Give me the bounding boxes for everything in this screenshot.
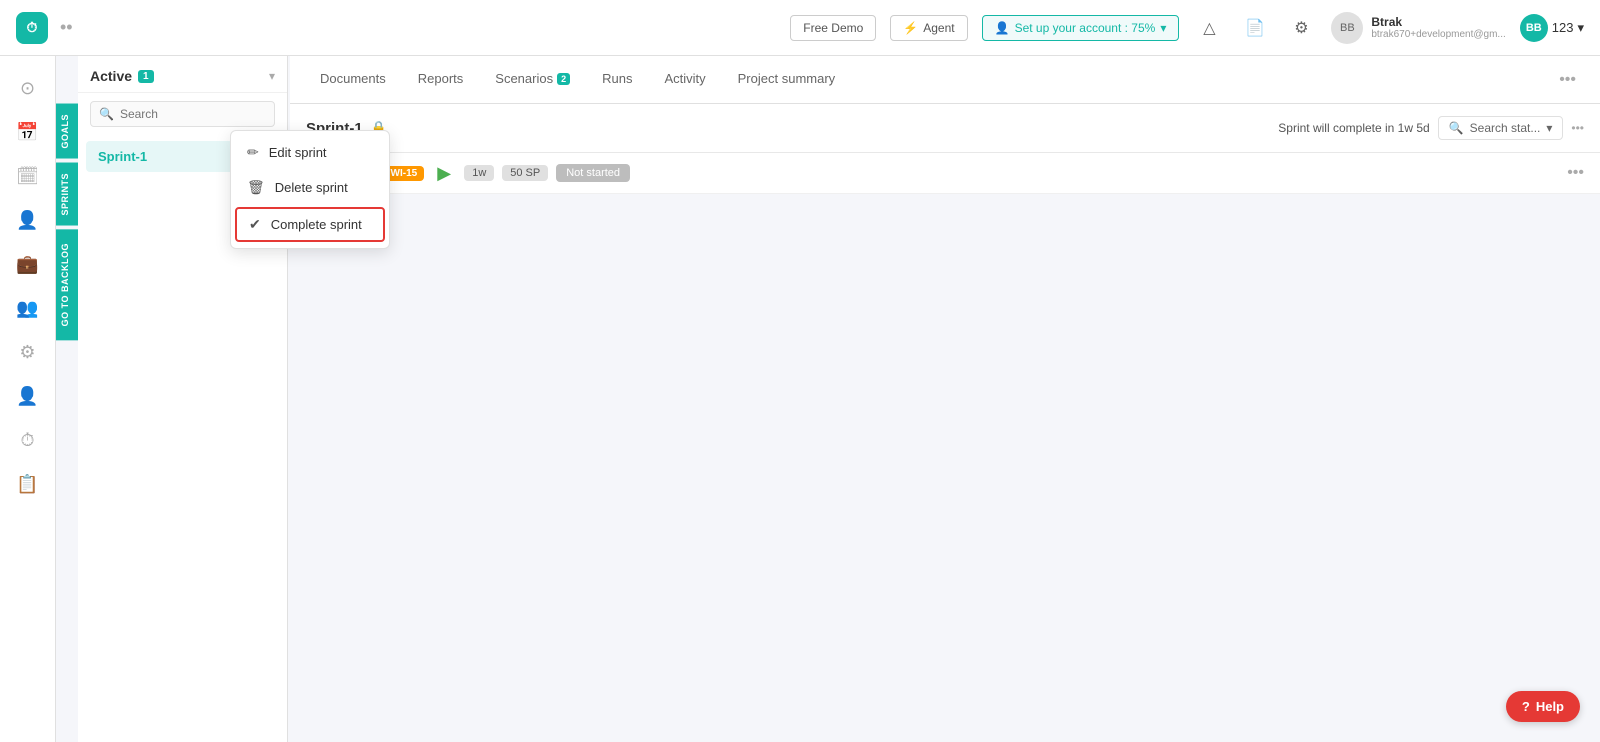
sidebar-icon-work[interactable]: 💼 (8, 244, 48, 284)
row-more-button[interactable]: ••• (1567, 164, 1584, 182)
agent-button[interactable]: ⚡ Agent (890, 15, 967, 41)
alert-icon-button[interactable]: △ (1193, 12, 1225, 44)
sidebar-icon-team[interactable]: 👥 (8, 288, 48, 328)
help-button[interactable]: ? Help (1506, 691, 1580, 722)
search-input[interactable] (120, 107, 266, 121)
document-icon-button[interactable]: 📄 (1239, 12, 1271, 44)
setup-account-button[interactable]: 👤 Set up your account : 75% ▾ (982, 15, 1180, 41)
search-icon: 🔍 (99, 107, 114, 121)
vertical-tabs: goals sprints Go to backlog (56, 104, 78, 340)
person-icon: 👤 (995, 21, 1010, 35)
active-badge: Active 1 (90, 68, 154, 84)
topbar: ⏱ •• Free Demo ⚡ Agent 👤 Set up your acc… (0, 0, 1600, 56)
chevron-down-icon[interactable]: ▾ (269, 69, 275, 83)
avatar: BB (1331, 12, 1363, 44)
active-label: Active (90, 68, 132, 84)
counter-avatar: BB (1520, 14, 1548, 42)
notification-counter[interactable]: BB 123 ▾ (1520, 14, 1584, 42)
agent-icon: ⚡ (903, 21, 918, 35)
scenarios-badge: 2 (557, 73, 570, 85)
sprint-header-more-button[interactable]: ••• (1571, 121, 1584, 135)
topbar-right: Free Demo ⚡ Agent 👤 Set up your account … (790, 12, 1584, 44)
goals-tab[interactable]: goals (56, 104, 78, 159)
edit-sprint-menu-item[interactable]: ✏ Edit sprint (231, 135, 389, 170)
tab-runs[interactable]: Runs (588, 56, 646, 104)
play-icon: ▶ (437, 163, 451, 184)
help-icon: ? (1522, 699, 1530, 714)
settings-icon-button[interactable]: ⚙ (1285, 12, 1317, 44)
active-count-badge: 1 (138, 70, 154, 83)
search-box: 🔍 (90, 101, 275, 127)
sidebar-icon-home[interactable]: ⊙ (8, 68, 48, 108)
search-status-icon: 🔍 (1449, 121, 1464, 135)
sprint-complete-info: Sprint will complete in 1w 5d 🔍 Search s… (1278, 116, 1584, 140)
sidebar-icon-schedule[interactable]: 🗓 (8, 156, 48, 196)
status-badge: Not started (556, 164, 630, 182)
sprint-data-row: ⋮ Sprint-1 WI-15 ▶ 1w 50 SP Not started … (290, 153, 1600, 194)
sprints-tab[interactable]: sprints (56, 163, 78, 226)
search-status-button[interactable]: 🔍 Search stat... ▾ (1438, 116, 1564, 140)
app-logo[interactable]: ⏱ (16, 12, 48, 44)
user-email: btrak670+development@gm... (1371, 29, 1505, 40)
topbar-dots[interactable]: •• (60, 17, 73, 38)
sidebar-icon-calendar[interactable]: 📅 (8, 112, 48, 152)
duration-badge: 1w (464, 165, 494, 181)
tab-reports[interactable]: Reports (404, 56, 478, 104)
left-sidebar: ⊙ 📅 🗓 👤 💼 👥 ⚙ 👤 ⏱ 📋 (0, 56, 56, 742)
sidebar-header: Active 1 ▾ (78, 56, 287, 93)
sp-badge: 50 SP (502, 165, 548, 181)
chevron-down-icon: ▾ (1546, 121, 1552, 135)
backlog-tab[interactable]: Go to backlog (56, 229, 78, 340)
sidebar-icon-user[interactable]: 👤 (8, 200, 48, 240)
context-menu: ✏ Edit sprint 🗑 Delete sprint ✔ Complete… (230, 130, 390, 249)
main-content: Documents Reports Scenarios 2 Runs Activ… (290, 56, 1600, 742)
edit-icon: ✏ (247, 144, 259, 161)
sidebar-icon-timer[interactable]: ⏱ (8, 420, 48, 460)
tabs-more-button[interactable]: ••• (1551, 71, 1584, 89)
sidebar-icon-settings[interactable]: ⚙ (8, 332, 48, 372)
sidebar-icon-person[interactable]: 👤 (8, 376, 48, 416)
user-menu[interactable]: BB Btrak btrak670+development@gm... (1331, 12, 1505, 44)
tabs-bar: Documents Reports Scenarios 2 Runs Activ… (290, 56, 1600, 104)
username-label: Btrak (1371, 15, 1505, 29)
tab-activity[interactable]: Activity (650, 56, 719, 104)
tab-scenarios[interactable]: Scenarios 2 (481, 56, 584, 104)
tab-project-summary[interactable]: Project summary (724, 56, 850, 104)
play-button[interactable]: ▶ (432, 161, 456, 185)
sidebar-icon-report[interactable]: 📋 (8, 464, 48, 504)
sprint-header: Sprint-1 🔒 Sprint will complete in 1w 5d… (290, 104, 1600, 153)
delete-sprint-menu-item[interactable]: 🗑 Delete sprint (231, 170, 389, 205)
trash-icon: 🗑 (247, 179, 265, 196)
free-demo-button[interactable]: Free Demo (790, 15, 876, 41)
tab-documents[interactable]: Documents (306, 56, 400, 104)
complete-sprint-menu-item[interactable]: ✔ Complete sprint (235, 207, 385, 242)
check-circle-icon: ✔ (249, 216, 261, 233)
